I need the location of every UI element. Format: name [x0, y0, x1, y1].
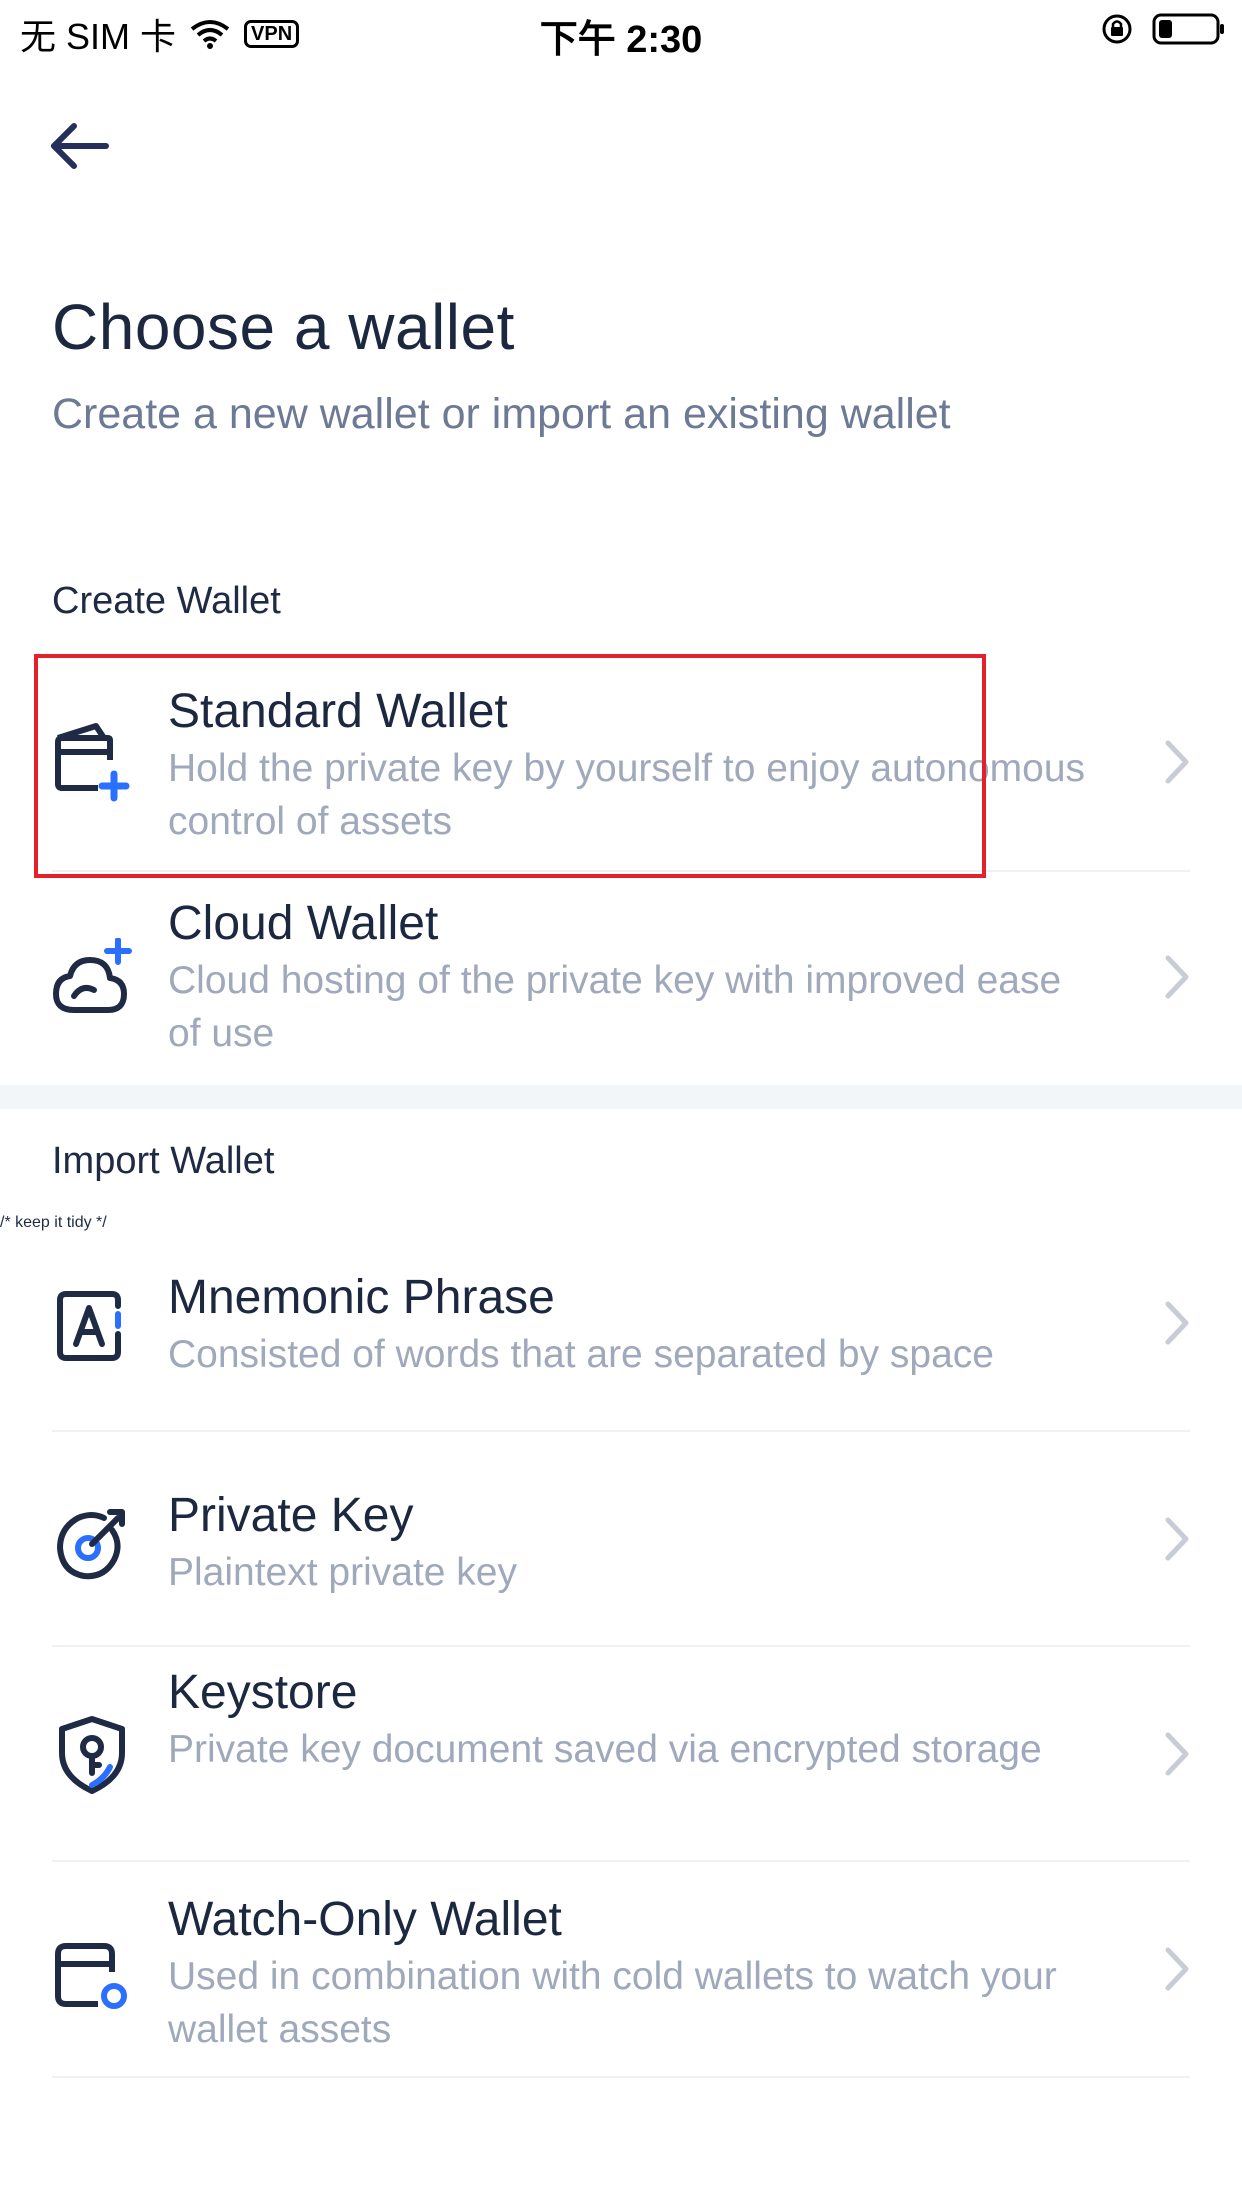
chevron-right-icon	[1165, 955, 1189, 999]
keystore-desc: Private key document saved via encrypted…	[168, 1728, 1042, 1771]
keystore-title: Keystore	[168, 1666, 358, 1719]
battery-icon	[1152, 13, 1224, 45]
private-key-option[interactable]: Private Key Plaintext private key	[0, 1432, 1242, 1646]
watch-only-wallet-title: Watch-Only Wallet	[168, 1893, 562, 1946]
mnemonic-icon	[57, 1291, 121, 1361]
mnemonic-phrase-title: Mnemonic Phrase	[168, 1271, 555, 1324]
section-separator	[0, 1085, 1242, 1109]
chevron-right-icon	[1165, 1301, 1189, 1345]
keystore-option[interactable]: Keystore Private key document saved via …	[0, 1647, 1242, 1860]
status-right	[1100, 12, 1226, 46]
private-key-title: Private Key	[168, 1489, 414, 1542]
chevron-right-icon	[1165, 1517, 1189, 1561]
divider	[52, 2076, 1190, 2078]
mnemonic-phrase-desc: Consisted of words that are separated by…	[168, 1333, 994, 1376]
cloud-wallet-desc: Cloud hosting of the private key with im…	[168, 959, 1062, 1055]
cloud-wallet-title: Cloud Wallet	[168, 897, 439, 950]
standard-wallet-title: Standard Wallet	[168, 685, 508, 738]
standard-wallet-option[interactable]: Standard Wallet Hold the private key by …	[0, 654, 1242, 870]
watch-only-wallet-option[interactable]: Watch-Only Wallet Used in combination wi…	[0, 1862, 1242, 2076]
watch-only-wallet-desc: Used in combination with cold wallets to…	[168, 1955, 1057, 2051]
cloud-plus-icon	[53, 938, 132, 1013]
status-bar: 无 SIM 卡 VPN 下午 2:30	[0, 0, 1242, 61]
status-time: 下午 2:30	[539, 19, 703, 61]
standard-wallet-desc: Hold the private key by yourself to enjo…	[168, 747, 1086, 843]
chevron-right-icon	[1165, 1732, 1189, 1776]
shield-key-icon	[59, 1716, 125, 1794]
wallet-watch-icon	[55, 1943, 127, 2009]
private-key-desc: Plaintext private key	[168, 1551, 518, 1594]
key-target-icon	[56, 1509, 125, 1580]
create-wallet-section-label: Create Wallet	[52, 580, 281, 622]
cloud-wallet-option[interactable]: Cloud Wallet Cloud hosting of the privat…	[0, 872, 1242, 1085]
chevron-right-icon	[1165, 740, 1189, 784]
wallet-plus-icon	[55, 723, 130, 802]
chevron-right-icon	[1165, 1947, 1189, 1991]
mnemonic-phrase-option[interactable]: /* keep it tidy */ Mnemonic Phrase Consi…	[0, 1214, 1242, 1430]
arrow-left-icon	[51, 123, 109, 169]
page-title: Choose a wallet	[52, 291, 515, 363]
import-wallet-section-label: Import Wallet	[52, 1140, 275, 1182]
page-subtitle: Create a new wallet or import an existin…	[52, 390, 951, 438]
rotation-lock-icon	[1102, 14, 1132, 44]
back-button[interactable]	[44, 112, 116, 184]
